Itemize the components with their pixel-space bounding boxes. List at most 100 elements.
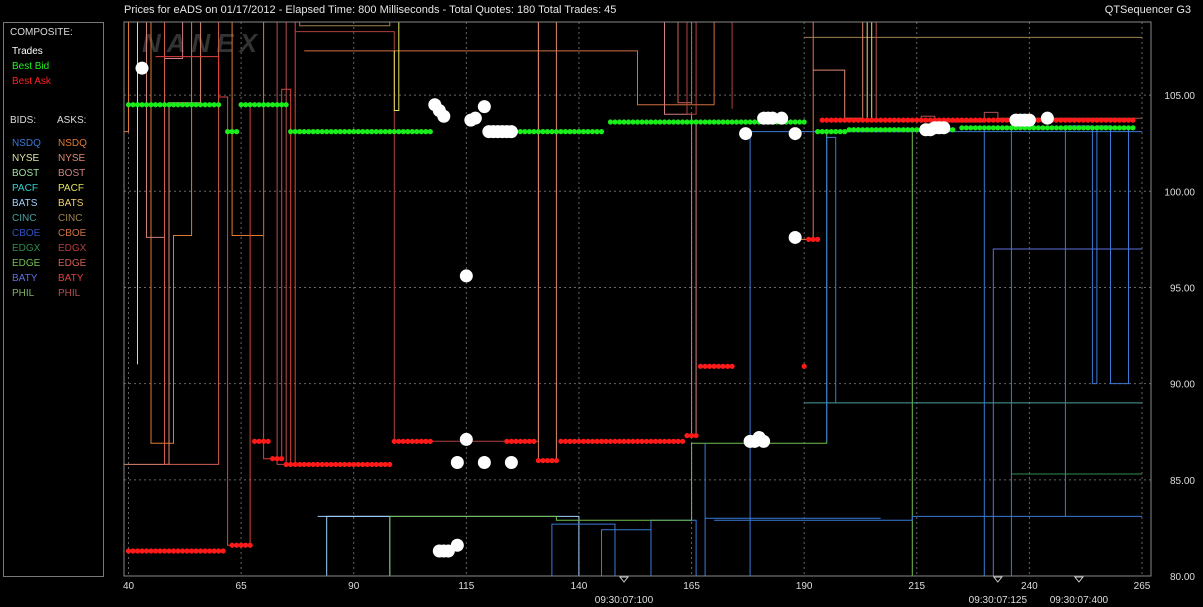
best-ask-point (657, 438, 663, 444)
best-ask-point (143, 548, 150, 554)
best-bid-point (833, 129, 839, 135)
best-bid-point (724, 119, 731, 125)
best-ask-point (197, 548, 204, 554)
best-bid-point (896, 127, 902, 133)
trade-point (504, 456, 518, 470)
best-bid-point (288, 129, 294, 135)
best-ask-point (360, 461, 366, 468)
trades-series (135, 61, 1054, 558)
best-bid-point (1080, 125, 1087, 131)
quote-line-nyse-ask (124, 22, 202, 465)
best-bid-point (310, 129, 316, 135)
best-bid-point (666, 119, 672, 125)
quote-line-pacf-ask (393, 22, 400, 111)
best-ask-point (625, 438, 632, 444)
best-ask-point (878, 117, 884, 123)
quote-line-edgx-ask (686, 21, 733, 115)
best-bid-point (1004, 125, 1010, 131)
best-ask-point (206, 548, 213, 554)
nanex-watermark: NANEX (142, 28, 263, 58)
best-ask-point (1071, 117, 1078, 123)
best-ask-point (896, 117, 902, 123)
best-bid-point (1121, 125, 1127, 131)
best-ask-point (616, 438, 623, 444)
best-ask-point (842, 117, 848, 123)
best-bid-point (1067, 125, 1073, 131)
best-bid-point (333, 129, 339, 135)
best-bid-point (306, 129, 312, 135)
best-ask-point (188, 548, 195, 554)
best-ask-point (977, 117, 983, 123)
best-ask-point (851, 117, 857, 123)
best-ask-point (270, 456, 276, 462)
quote-line-nyse-ask (537, 22, 557, 462)
trade-point (1040, 111, 1054, 125)
best-bid-point (999, 125, 1005, 131)
best-ask-point (279, 456, 285, 462)
best-ask-point (427, 438, 433, 444)
best-bid-point (580, 129, 587, 135)
trade-point (459, 269, 473, 283)
best-bid-point (914, 127, 920, 133)
best-ask-point (324, 461, 330, 468)
best-ask-point (229, 542, 235, 548)
best-bid-point (387, 129, 393, 135)
price-chart: NANEX 40 65 90 115 140 165 190 215 240 265 80.00 85… (123, 21, 1195, 606)
best-ask-point (576, 438, 582, 444)
best-ask-point (914, 117, 920, 123)
x-tick-label: 265 (1134, 581, 1151, 592)
best-bid-point (702, 119, 708, 125)
best-ask-point (869, 117, 875, 123)
best-bid-point (256, 102, 262, 108)
best-ask-point (418, 438, 424, 444)
time-marker (1073, 576, 1084, 583)
best-ask-point (179, 548, 186, 554)
best-ask-point (531, 438, 537, 444)
best-ask-point (405, 438, 411, 444)
best-bid-point (234, 129, 240, 135)
best-bid-point (342, 129, 348, 135)
best-ask-point (396, 438, 402, 444)
best-bid-point (396, 129, 402, 135)
best-ask-point (175, 548, 181, 554)
best-ask-point (1125, 117, 1132, 123)
best-bid-point (247, 102, 253, 108)
best-bid-point (1058, 125, 1064, 131)
best-bid-point (684, 119, 690, 125)
best-bid-point (558, 129, 564, 135)
best-bid-point (842, 129, 848, 135)
best-ask-point (369, 461, 375, 468)
best-bid-point (125, 102, 132, 108)
best-ask-point (661, 438, 668, 444)
best-ask-point (905, 117, 911, 123)
best-ask-point (274, 456, 280, 462)
best-ask-point (675, 438, 681, 444)
best-bid-point (355, 129, 361, 135)
best-bid-point (225, 129, 231, 135)
best-ask-point (540, 457, 546, 464)
best-ask-point (328, 461, 334, 468)
best-ask-point (688, 432, 695, 439)
best-bid-point (360, 129, 366, 135)
best-bid-point (1098, 125, 1105, 131)
best-bid-point (261, 102, 267, 108)
best-ask-point (211, 548, 217, 554)
best-ask-point (1112, 117, 1118, 123)
best-ask-point (535, 457, 542, 464)
best-ask-point (630, 438, 636, 444)
best-bid-point (211, 102, 217, 108)
best-ask-point (288, 461, 294, 468)
best-ask-point (261, 438, 267, 444)
best-ask-point (729, 363, 735, 369)
quote-line-baty-ask (155, 22, 296, 546)
best-ask-point (247, 542, 253, 548)
best-bid-point (571, 129, 578, 135)
best-ask-point (1004, 117, 1010, 123)
best-ask-point (864, 117, 870, 123)
best-bid-point (846, 127, 852, 133)
best-bid-point (531, 129, 537, 135)
best-ask-point (373, 461, 379, 468)
best-ask-point (234, 542, 240, 548)
best-bid-point (972, 125, 978, 131)
time-marker (992, 576, 1003, 583)
